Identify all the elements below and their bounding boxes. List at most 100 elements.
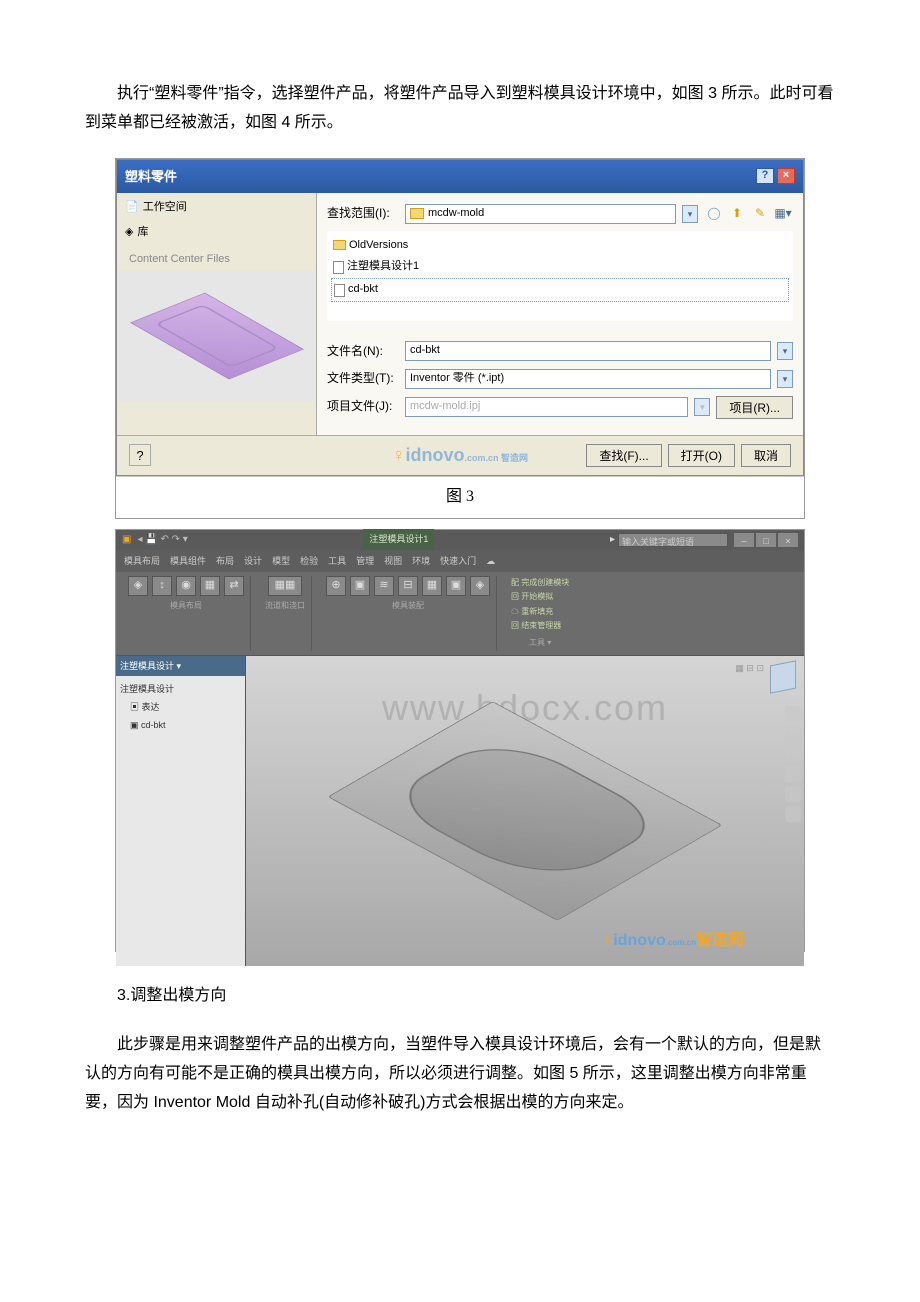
- filename-value: cd-bkt: [410, 341, 440, 361]
- titlebar-buttons: ? ×: [756, 168, 795, 184]
- file-item-folder[interactable]: OldVersions: [331, 235, 789, 257]
- file-icon: [334, 284, 345, 297]
- runner-icon[interactable]: ⊕: [326, 576, 346, 596]
- filename-input[interactable]: cd-bkt: [405, 341, 771, 361]
- zoom-icon[interactable]: [785, 766, 801, 782]
- tree-node[interactable]: ▣ 表达: [120, 698, 241, 716]
- model-browser[interactable]: 注塑模具设计 ▾ 注塑模具设计 ▣ 表达 ▣ cd-bkt: [116, 656, 246, 966]
- ribbon-group-runner: ▦▦ 流道和浇口: [259, 576, 312, 651]
- nav-bar: [785, 706, 801, 822]
- browser-header: 注塑模具设计 ▾: [116, 656, 245, 676]
- right-panel-item[interactable]: 回 开始模拟: [511, 590, 569, 604]
- help-titlebar-button[interactable]: ?: [756, 168, 774, 184]
- filetype-dropdown[interactable]: ▾: [777, 370, 793, 388]
- pan-icon[interactable]: [785, 746, 801, 762]
- preview-box: [117, 271, 316, 401]
- cooling-icon[interactable]: ≋: [374, 576, 394, 596]
- tab-getstarted[interactable]: 快速入门: [440, 553, 476, 569]
- search-area: ▸ 输入关键字或短语: [610, 531, 728, 549]
- content-center-node[interactable]: Content Center Files: [129, 253, 230, 265]
- tab-model[interactable]: 模型: [272, 553, 290, 569]
- plastic-part-icon[interactable]: ◈: [128, 576, 148, 596]
- core-cavity-icon[interactable]: ▦: [200, 576, 220, 596]
- tab-mold-layout[interactable]: 模具布局: [124, 553, 160, 569]
- ribbon-group-asm: ⊕ ▣ ≋ ⊟ ▦ ▣ ◈ 模具装配: [320, 576, 497, 651]
- lookin-dropdown[interactable]: ▾: [682, 205, 698, 223]
- project-input: mcdw-mold.ipj: [405, 397, 688, 417]
- paragraph-2: 此步骤是用来调整塑件产品的出模方向，当塑件导入模具设计环境后，会有一个默认的方向…: [85, 1031, 835, 1117]
- right-panel-item[interactable]: ☁ 重新填充: [511, 605, 569, 619]
- ribbon: ◈ ↕ ◉ ▦ ⇄ 模具布局 ▦▦ 流道和浇口 ⊕: [116, 572, 804, 656]
- project-button[interactable]: 项目(R)...: [716, 396, 793, 419]
- ribbon-group-tools: 配 完成创建模块 回 开始模拟 ☁ 重新填充 回 结束管理器 工具 ▾: [505, 576, 575, 651]
- search-input[interactable]: 输入关键字或短语: [618, 533, 728, 547]
- coldwell-icon[interactable]: ⊟: [398, 576, 418, 596]
- open-button[interactable]: 打开(O): [668, 444, 735, 467]
- right-panel-item[interactable]: 回 结束管理器: [511, 619, 569, 633]
- close-titlebar-button[interactable]: ×: [777, 168, 795, 184]
- nav-up-icon[interactable]: ⬆: [727, 204, 747, 224]
- tab-design[interactable]: 设计: [244, 553, 262, 569]
- filetype-combo[interactable]: Inventor 零件 (*.ipt): [405, 369, 771, 389]
- qat-icons[interactable]: ◂ 💾 ↶ ↷ ▾: [137, 531, 187, 549]
- minimize-button[interactable]: –: [734, 533, 754, 547]
- ribbon-group-layout: ◈ ↕ ◉ ▦ ⇄ 模具布局: [122, 576, 251, 651]
- viewport-corner-icons[interactable]: ▦ ⊟ ⊡: [735, 660, 764, 676]
- right-panel-item[interactable]: 配 完成创建模块: [511, 576, 569, 590]
- gate-icon[interactable]: ▣: [350, 576, 370, 596]
- home-view-icon[interactable]: [785, 706, 801, 722]
- moldbase-icon[interactable]: ▣: [446, 576, 466, 596]
- orbit-icon[interactable]: [785, 726, 801, 742]
- insert-icon[interactable]: ◈: [470, 576, 490, 596]
- search-icon: ▸: [610, 531, 615, 549]
- adjust-orient-icon[interactable]: ↕: [152, 576, 172, 596]
- ribbon-label-layout: 模具布局: [170, 599, 202, 613]
- nav-new-icon[interactable]: ✎: [750, 204, 770, 224]
- tab-tools[interactable]: 工具: [328, 553, 346, 569]
- filename-dropdown[interactable]: ▾: [777, 342, 793, 360]
- project-value: mcdw-mold.ipj: [410, 397, 480, 417]
- nav-view-icon[interactable]: ▦▾: [773, 204, 793, 224]
- close-button[interactable]: ×: [778, 533, 798, 547]
- app-titlebar: ▣ ◂ 💾 ↶ ↷ ▾ 注塑模具设计1 ▸ 输入关键字或短语 – □ ×: [116, 530, 804, 550]
- lookin-combo[interactable]: mcdw-mold: [405, 204, 676, 224]
- feeding-icon[interactable]: ▦: [422, 576, 442, 596]
- page-icon: 📄: [125, 198, 139, 218]
- file-item-part-selected[interactable]: cd-bkt: [331, 278, 789, 302]
- lookin-label: 查找范围(I):: [327, 203, 399, 225]
- model-3d[interactable]: [328, 701, 723, 921]
- section-heading-3: 3.调整出模方向: [85, 982, 835, 1011]
- lib-label: 库: [137, 223, 148, 243]
- intro-paragraph-1: 执行“塑料零件”指令，选择塑件产品，将塑件产品导入到塑料模具设计环境中，如图 3…: [85, 80, 835, 138]
- tree-node[interactable]: ▣ cd-bkt: [120, 716, 241, 734]
- ribbon-label-asm: 模具装配: [392, 599, 424, 613]
- wheel-icon[interactable]: [785, 806, 801, 822]
- nav-back-icon[interactable]: ◯: [704, 204, 724, 224]
- tab-mold-asm[interactable]: 模具组件: [170, 553, 206, 569]
- view-cube[interactable]: [770, 660, 796, 693]
- auto-runner-icon[interactable]: ▦▦: [268, 576, 302, 596]
- find-button[interactable]: 查找(F)...: [586, 444, 661, 467]
- tab-layout[interactable]: 布局: [216, 553, 234, 569]
- help-icon[interactable]: ?: [129, 444, 151, 466]
- figure-3-caption: 图 3: [116, 476, 804, 518]
- tab-env[interactable]: 环境: [412, 553, 430, 569]
- tree-root[interactable]: 注塑模具设计: [120, 680, 241, 698]
- gateway-icon[interactable]: ⇄: [224, 576, 244, 596]
- material-icon[interactable]: ◉: [176, 576, 196, 596]
- maximize-button[interactable]: □: [756, 533, 776, 547]
- app-window: ▣ ◂ 💾 ↶ ↷ ▾ 注塑模具设计1 ▸ 输入关键字或短语 – □ × 模具布…: [116, 530, 804, 910]
- tab-manage[interactable]: 管理: [356, 553, 374, 569]
- look-icon[interactable]: [785, 786, 801, 802]
- cancel-button[interactable]: 取消: [741, 444, 791, 467]
- app-logo-icon: ▣: [122, 531, 131, 549]
- tab-inspect[interactable]: 检验: [300, 553, 318, 569]
- tab-cloud[interactable]: ☁: [486, 553, 495, 569]
- viewport[interactable]: www.bdocx.com ▦ ⊟ ⊡: [246, 656, 804, 966]
- tab-view[interactable]: 视图: [384, 553, 402, 569]
- lookin-value: mcdw-mold: [428, 204, 484, 224]
- doc-tab-active[interactable]: 注塑模具设计1: [363, 529, 434, 549]
- file-item-asm[interactable]: 注塑模具设计1: [331, 256, 789, 278]
- file-list[interactable]: OldVersions 注塑模具设计1 cd-bkt: [327, 231, 793, 321]
- side-panel: 📄 工作空间 ◈ 库 Content Center Files: [117, 193, 317, 435]
